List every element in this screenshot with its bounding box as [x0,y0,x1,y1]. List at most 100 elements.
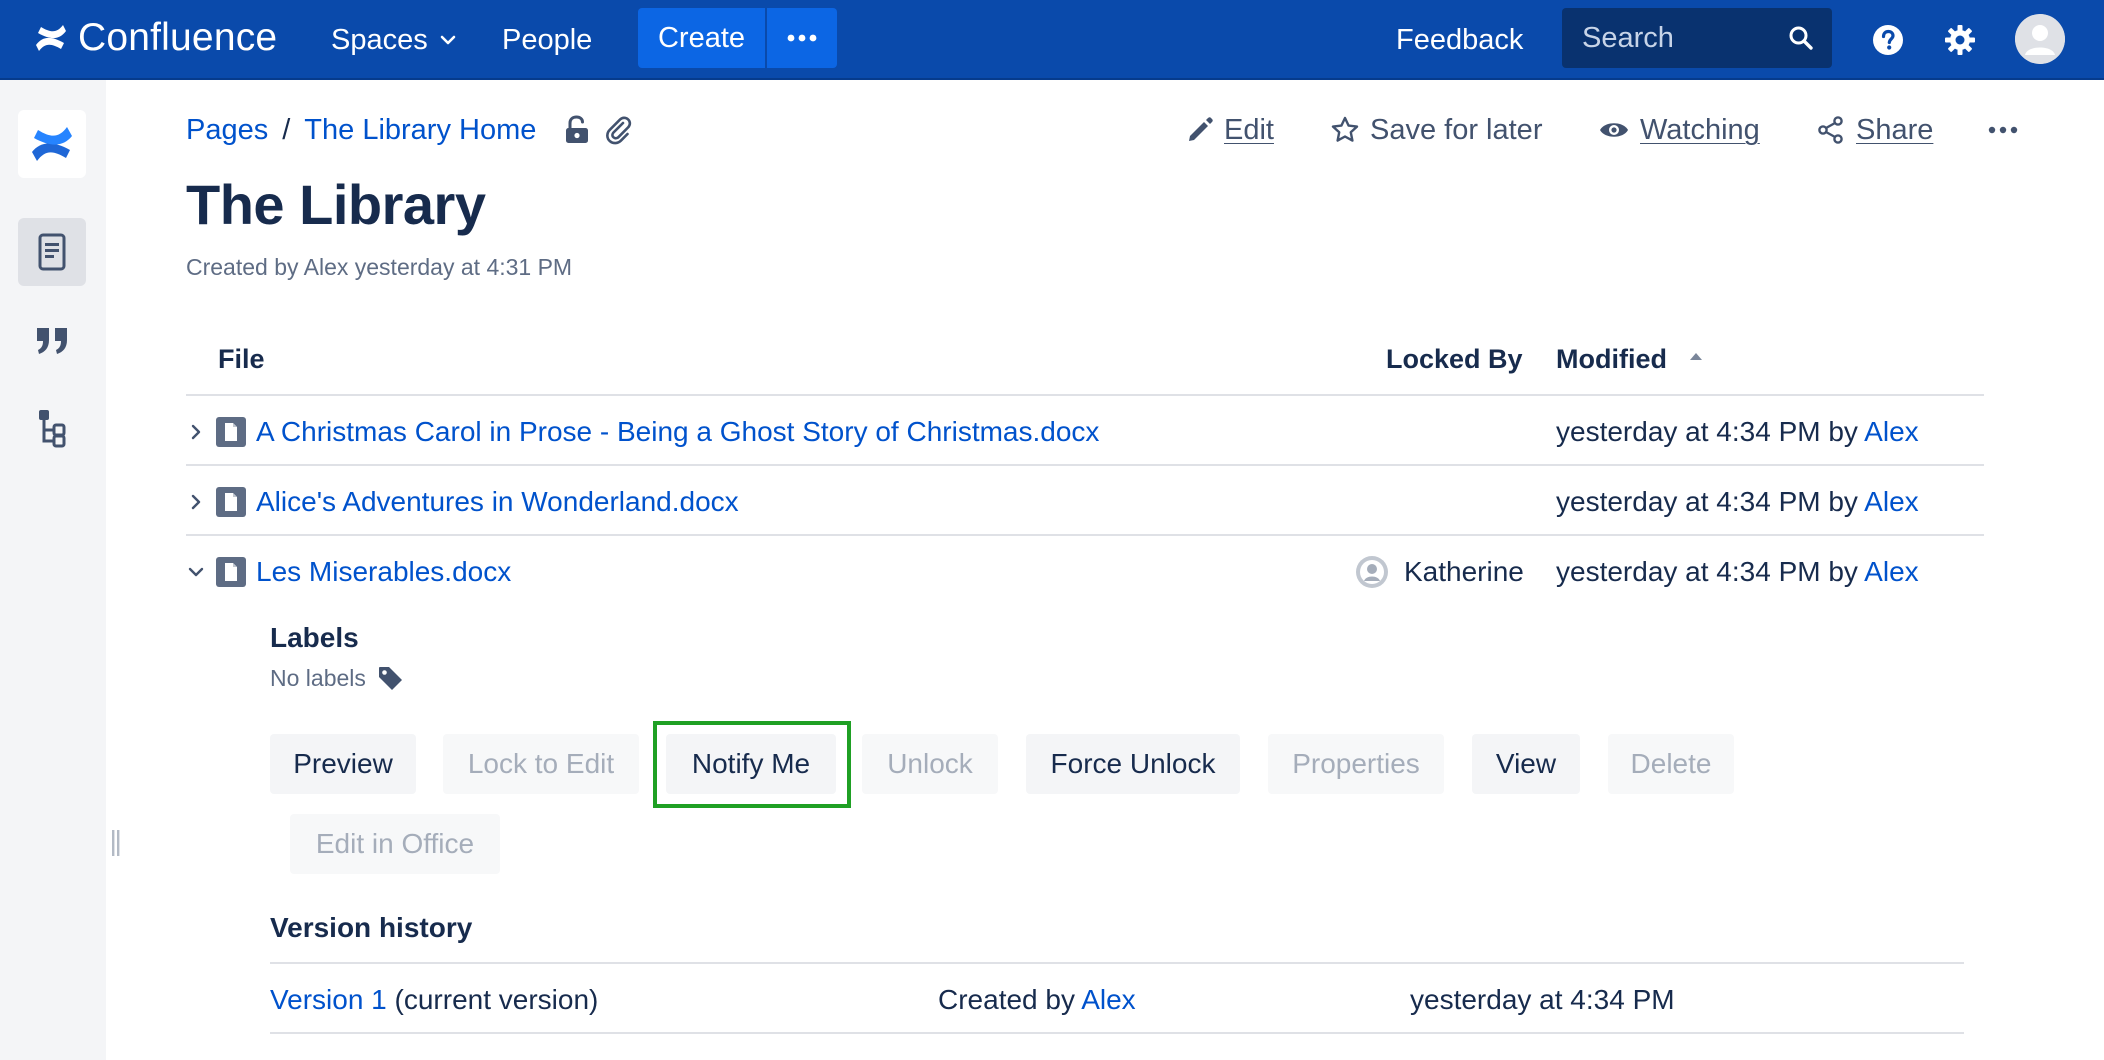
no-labels-text: No labels [270,664,366,691]
settings-button[interactable] [1938,18,1982,62]
label-tag-icon[interactable] [376,664,404,692]
help-button[interactable] [1866,18,1910,62]
page-tree-icon [39,410,66,448]
search-placeholder: Search [1582,21,1674,54]
create-label: Create [657,21,746,54]
spaces-menu[interactable]: Spaces [331,20,456,60]
sidebar-item-page-tree[interactable] [18,394,86,462]
version-link[interactable]: Version 1 [270,984,387,1015]
chevron-right-icon [191,424,201,440]
save-for-later-button[interactable]: Save for later [1330,108,1542,152]
force-unlock-button[interactable]: Force Unlock [1026,734,1240,794]
column-header-file[interactable]: File [218,344,265,375]
unlock-icon[interactable] [564,115,590,145]
version-row: Version 1 (current version) [270,980,598,1020]
document-icon [216,557,246,587]
expand-row-button[interactable] [186,422,206,442]
watching-label: Watching [1640,113,1760,146]
modified-cell: yesterday at 4:34 PM by Alex [1556,482,1919,522]
modified-cell: yesterday at 4:34 PM by Alex [1556,412,1919,452]
lock-to-edit-button: Lock to Edit [443,734,639,794]
sidebar-item-blog[interactable] [18,306,86,374]
feedback-link[interactable]: Feedback [1396,20,1523,60]
modified-user-link[interactable]: Alex [1864,486,1918,517]
modified-cell: yesterday at 4:34 PM by Alex [1556,552,1919,592]
share-button[interactable]: Share [1816,108,1933,152]
breadcrumb-separator: / [282,113,291,146]
breadcrumb-pages[interactable]: Pages [186,114,268,147]
expand-row-button[interactable] [186,492,206,512]
sidebar-resize-handle[interactable] [111,830,121,856]
search-icon [1789,26,1813,50]
app-name: Confluence [78,16,278,59]
labels-heading: Labels [270,622,359,653]
watching-button[interactable]: Watching [1598,108,1760,152]
version-history-heading: Version history [270,912,473,943]
create-button[interactable]: Create [638,8,765,68]
avatar-icon [2015,14,2065,64]
page-icon [38,233,66,271]
collapse-row-button[interactable] [186,562,206,582]
row-divider [186,534,1984,536]
highlight-annotation [653,721,851,808]
create-more-button[interactable] [767,8,837,68]
version-date: yesterday at 4:34 PM [1410,984,1675,1015]
more-horizontal-icon [787,34,817,42]
view-button[interactable]: View [1472,734,1580,794]
row-divider [186,464,1984,466]
sidebar-item-pages[interactable] [18,218,86,286]
version-created-by: Created by Alex [938,980,1136,1020]
confluence-home-link[interactable]: Confluence [34,16,277,60]
column-header-modified[interactable]: Modified [1556,344,1703,375]
star-icon [1331,116,1359,142]
column-header-locked-by[interactable]: Locked By [1386,344,1523,375]
people-link[interactable]: People [502,20,592,60]
version-note: (current version) [394,984,599,1015]
edit-label: Edit [1224,113,1274,146]
share-icon [1818,116,1843,144]
quote-icon [37,328,67,354]
search-input[interactable]: Search [1562,8,1832,68]
save-for-later-label: Save for later [1370,113,1543,146]
space-sidebar [0,80,106,1060]
share-label: Share [1856,113,1934,146]
more-actions-button[interactable] [1988,108,2018,152]
table-header-divider [186,394,1984,396]
breadcrumb-current[interactable]: The Library Home [304,114,536,147]
version-history-divider [270,962,1964,964]
space-logo-button[interactable] [18,110,86,178]
labels-area: No labels [270,662,404,694]
chevron-down-icon [440,35,456,45]
people-label: People [502,24,593,56]
user-avatar-button[interactable] [2015,14,2065,64]
page-title: The Library [186,173,486,236]
feedback-label: Feedback [1396,24,1524,56]
edit-button[interactable]: Edit [1186,108,1274,152]
delete-button: Delete [1608,734,1734,794]
table-row: A Christmas Carol in Prose - Being a Gho… [186,412,1099,452]
modified-header-label: Modified [1556,344,1667,374]
chevron-down-icon [188,567,204,577]
confluence-logo-icon [32,127,72,161]
page-byline: Created by Alex yesterday at 4:31 PM [186,254,573,280]
file-link[interactable]: A Christmas Carol in Prose - Being a Gho… [256,416,1099,448]
breadcrumb: Pages / The Library Home [186,110,634,150]
modified-text: yesterday at 4:34 PM by [1556,486,1858,517]
created-by-user-link[interactable]: Alex [1081,984,1135,1015]
modified-text: yesterday at 4:34 PM by [1556,416,1858,447]
modified-user-link[interactable]: Alex [1864,556,1918,587]
top-navigation: Confluence Spaces People Create Feedback… [0,0,2104,80]
modified-user-link[interactable]: Alex [1864,416,1918,447]
preview-button[interactable]: Preview [270,734,416,794]
properties-button: Properties [1268,734,1444,794]
file-link[interactable]: Alice's Adventures in Wonderland.docx [256,486,739,518]
sort-ascending-icon [1689,352,1702,360]
pencil-icon [1189,117,1213,141]
file-link[interactable]: Les Miserables.docx [256,556,511,588]
locked-by-user: Katherine [1404,556,1524,587]
modified-text: yesterday at 4:34 PM by [1556,556,1858,587]
document-icon [216,417,246,447]
version-row-divider [270,1032,1964,1034]
gear-icon [1945,25,1975,55]
attachment-icon[interactable] [604,115,634,145]
